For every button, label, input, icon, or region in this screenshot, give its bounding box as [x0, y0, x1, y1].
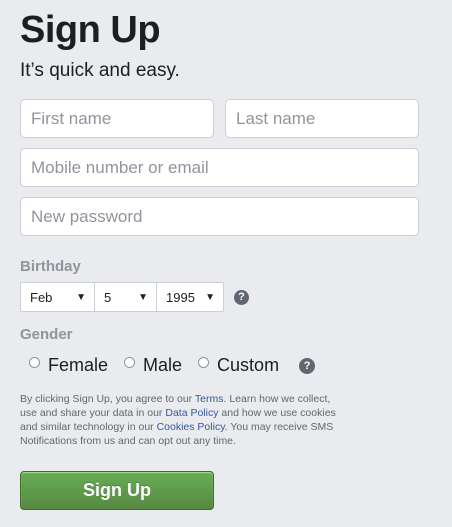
birthday-month-value: Feb — [30, 289, 53, 305]
legal-text-1: By clicking Sign Up, you agree to our — [20, 393, 195, 405]
cookies-policy-link[interactable]: Cookies Policy — [157, 421, 225, 433]
gender-female-label: Female — [48, 355, 109, 375]
birthday-help-icon[interactable]: ? — [234, 289, 249, 305]
gender-option-female[interactable]: Female — [29, 355, 108, 376]
legal-text: By clicking Sign Up, you agree to our Te… — [20, 392, 342, 448]
data-policy-link[interactable]: Data Policy — [165, 407, 218, 419]
birthday-year-select[interactable]: 1995 ▼ — [157, 282, 224, 312]
gender-help-icon[interactable]: ? — [299, 357, 316, 374]
signup-form: Sign Up It’s quick and easy. Birthday Fe… — [20, 0, 420, 510]
gender-option-male[interactable]: Male — [124, 355, 182, 376]
radio-custom[interactable] — [198, 357, 210, 368]
birthday-day-select[interactable]: 5 ▼ — [95, 282, 157, 312]
birthday-year-value: 1995 — [166, 289, 195, 305]
terms-link[interactable]: Terms — [195, 393, 224, 405]
name-row — [20, 99, 420, 138]
gender-male-label: Male — [143, 355, 183, 375]
radio-female[interactable] — [29, 357, 40, 368]
birthday-row: Feb ▼ 5 ▼ 1995 ▼ ? — [20, 282, 420, 312]
last-name-input[interactable] — [225, 99, 419, 138]
caret-down-icon: ▼ — [205, 291, 215, 303]
radio-male[interactable] — [124, 357, 136, 368]
page-title: Sign Up — [20, 9, 161, 51]
page-subtitle: It’s quick and easy. — [20, 60, 180, 81]
gender-row: Female Male Custom ? — [20, 355, 420, 376]
sign-up-button[interactable]: Sign Up — [20, 471, 214, 510]
birthday-month-select[interactable]: Feb ▼ — [20, 282, 95, 312]
caret-down-icon: ▼ — [138, 291, 148, 303]
birthday-day-value: 5 — [104, 289, 112, 305]
gender-custom-label: Custom — [217, 355, 280, 375]
birthday-label: Birthday — [20, 258, 81, 275]
caret-down-icon: ▼ — [76, 291, 86, 303]
mobile-or-email-input[interactable] — [20, 148, 419, 187]
gender-label: Gender — [20, 326, 73, 343]
new-password-input[interactable] — [20, 197, 419, 236]
gender-option-custom[interactable]: Custom — [198, 355, 279, 376]
first-name-input[interactable] — [20, 99, 214, 138]
